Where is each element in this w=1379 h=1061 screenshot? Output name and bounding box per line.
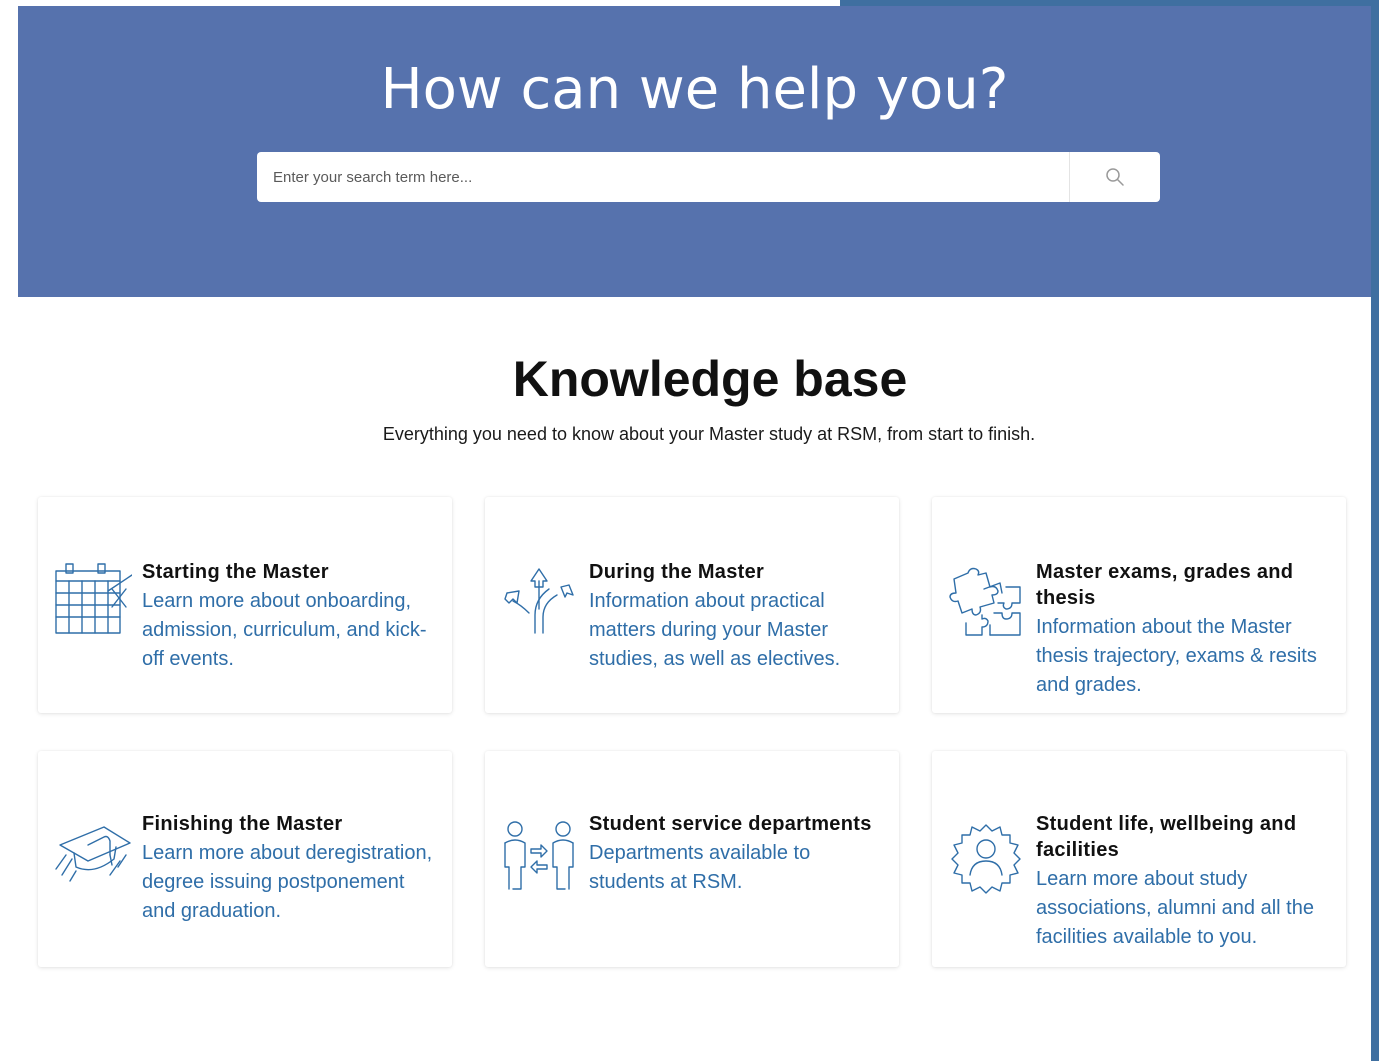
card-text: During the Master Information about prac… <box>589 559 889 674</box>
card-text: Student life, wellbeing and facilities L… <box>1036 811 1336 952</box>
people-exchange-icon <box>504 821 574 890</box>
card-during-the-master[interactable]: During the Master Information about prac… <box>485 497 899 713</box>
crossroads-arrows-icon <box>504 568 574 634</box>
card-title: Student service departments <box>589 813 872 835</box>
card-student-life-wellbeing-facilities[interactable]: Student life, wellbeing and facilities L… <box>932 751 1346 967</box>
hero-banner: How can we help you? <box>18 6 1371 297</box>
card-description: Learn more about onboarding, admission, … <box>142 590 427 670</box>
search-icon <box>1106 168 1124 186</box>
card-student-service-departments[interactable]: Student service departments Departments … <box>485 751 899 967</box>
card-finishing-the-master[interactable]: Finishing the Master Learn more about de… <box>38 751 452 967</box>
window-frame-right <box>1371 0 1379 1061</box>
card-description: Learn more about deregistration, degree … <box>142 842 433 922</box>
card-title: Master exams, grades and thesis <box>1036 561 1294 609</box>
puzzle-icon <box>949 567 1021 636</box>
graduation-cap-icon <box>55 826 131 882</box>
card-text: Student service departments Departments … <box>589 811 889 897</box>
card-master-exams-grades-thesis[interactable]: Master exams, grades and thesis Informat… <box>932 497 1346 713</box>
card-title: Starting the Master <box>142 561 329 583</box>
card-description: Departments available to students at RSM… <box>589 842 811 893</box>
search-box <box>257 152 1160 202</box>
card-title: During the Master <box>589 561 765 583</box>
card-text: Finishing the Master Learn more about de… <box>142 811 442 926</box>
card-title: Finishing the Master <box>142 813 343 835</box>
card-text: Master exams, grades and thesis Informat… <box>1036 559 1336 700</box>
calendar-icon <box>55 563 132 634</box>
hero-title: How can we help you? <box>380 57 1009 122</box>
search-button[interactable] <box>1070 152 1160 202</box>
search-input[interactable] <box>257 152 1069 202</box>
knowledge-base-title: Knowledge base <box>512 351 908 407</box>
card-description: Information about the Master thesis traj… <box>1036 616 1317 696</box>
card-title: Student life, wellbeing and facilities <box>1036 813 1297 861</box>
card-description: Information about practical matters duri… <box>589 590 841 670</box>
card-description: Learn more about study associations, alu… <box>1036 868 1314 948</box>
knowledge-base-subtitle: Everything you need to know about your M… <box>382 424 1036 444</box>
card-starting-the-master[interactable]: Starting the Master Learn more about onb… <box>38 497 452 713</box>
card-text: Starting the Master Learn more about onb… <box>142 559 442 674</box>
person-badge-icon <box>951 824 1021 894</box>
